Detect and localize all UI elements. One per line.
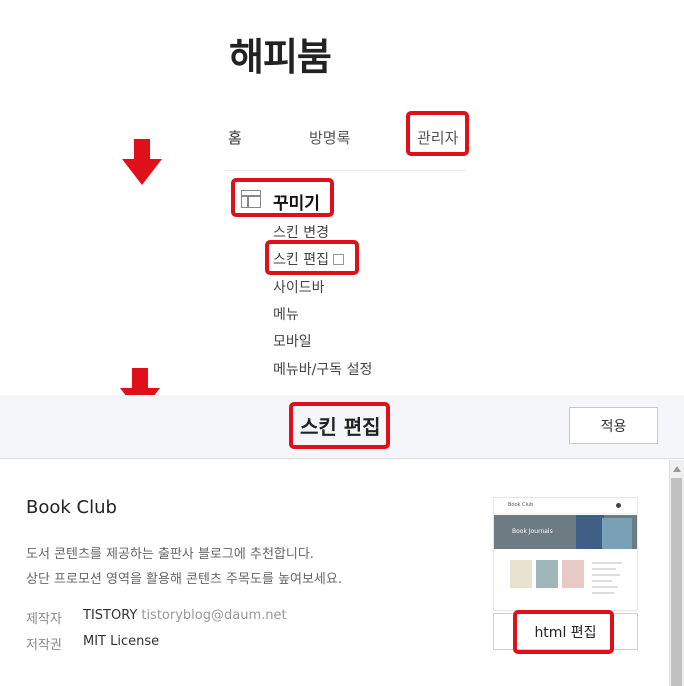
highlight-editor-title <box>289 402 390 449</box>
nav-divider <box>225 170 465 171</box>
maker-value: TISTORY tistoryblog@daum.net <box>83 608 287 623</box>
menu-item-menu[interactable]: 메뉴 <box>273 304 299 324</box>
license-value: MIT License <box>83 634 160 649</box>
thumbnail-card <box>510 560 532 588</box>
menu-item-sidebar[interactable]: 사이드바 <box>273 277 325 297</box>
maker-label: 제작자 <box>26 612 62 627</box>
thumbnail-text-line <box>592 586 618 588</box>
nav-guestbook[interactable]: 방명록 <box>309 127 350 148</box>
license-label: 저작권 <box>26 638 62 653</box>
menu-item-change-skin[interactable]: 스킨 변경 <box>273 222 329 242</box>
thumbnail-banner-text: Book Journals <box>512 528 553 535</box>
thumbnail-text-line <box>592 580 612 582</box>
thumbnail-text-line <box>592 592 614 594</box>
highlight-customize <box>231 178 334 217</box>
thumbnail-book <box>576 515 604 549</box>
menu-item-mobile[interactable]: 모바일 <box>273 331 312 351</box>
nav-home[interactable]: 홈 <box>228 127 242 148</box>
thumbnail-text-line <box>592 562 622 564</box>
thumbnail-card <box>536 560 558 588</box>
skin-description-line: 상단 프로모션 영역을 활용해 콘텐츠 주목도를 높여보세요. <box>26 572 342 587</box>
arrow-down-icon <box>122 139 162 185</box>
skin-name: Book Club <box>26 497 117 518</box>
thumbnail-text-line <box>592 574 620 576</box>
apply-button[interactable]: 적용 <box>569 407 658 444</box>
scrollbar-thumb[interactable] <box>671 478 682 686</box>
menu-item-menubar-settings[interactable]: 메뉴바/구독 설정 <box>273 359 372 379</box>
thumbnail-book <box>602 518 632 549</box>
skin-thumbnail: Book Club Book Journals <box>493 497 638 611</box>
highlight-edit-skin <box>265 240 359 275</box>
skin-description-line: 도서 콘텐츠를 제공하는 출판사 블로그에 추천합니다. <box>26 547 314 562</box>
blog-title: 해피붐 <box>229 35 332 79</box>
highlight-admin <box>406 111 469 156</box>
maker-email: tistoryblog@daum.net <box>141 608 287 623</box>
maker-name: TISTORY <box>83 608 138 623</box>
scroll-up-icon[interactable] <box>673 466 681 472</box>
thumbnail-card <box>562 560 584 588</box>
thumbnail-text-line <box>592 568 616 570</box>
thumbnail-menu-icon <box>616 503 621 508</box>
highlight-html-edit <box>513 610 614 654</box>
